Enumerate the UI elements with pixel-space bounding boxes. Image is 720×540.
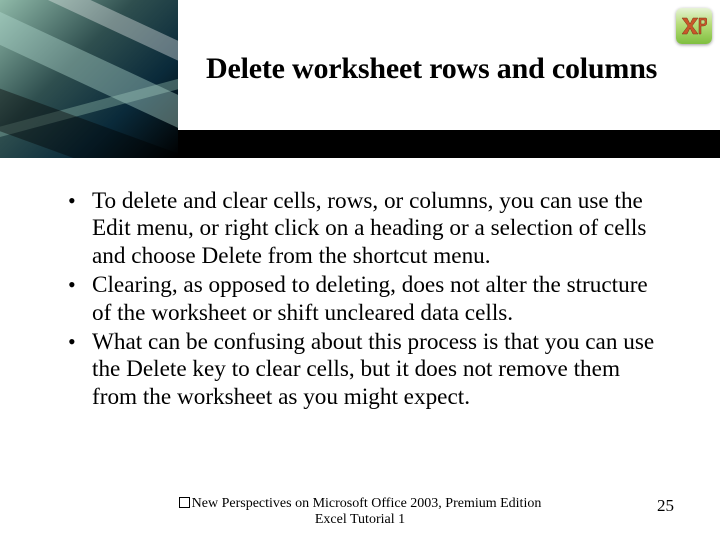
page-number: 25	[657, 496, 674, 516]
footer-source: New Perspectives on Microsoft Office 200…	[179, 496, 542, 528]
footer-line1: New Perspectives on Microsoft Office 200…	[192, 496, 542, 511]
slide: Delete worksheet rows and columns To del…	[0, 0, 720, 540]
header-decorative-image	[0, 0, 178, 158]
bullet-item: What can be confusing about this process…	[62, 329, 670, 411]
slide-body: To delete and clear cells, rows, or colu…	[62, 188, 670, 413]
xp-badge-chip	[676, 8, 712, 44]
bullet-item: Clearing, as opposed to deleting, does n…	[62, 272, 670, 327]
xp-badge	[676, 8, 712, 44]
slide-title: Delete worksheet rows and columns	[206, 52, 700, 87]
footer-box-glyph	[179, 497, 190, 508]
footer-line2: Excel Tutorial 1	[179, 512, 542, 528]
xp-icon	[681, 17, 707, 35]
bullet-item: To delete and clear cells, rows, or colu…	[62, 188, 670, 270]
footer: New Perspectives on Microsoft Office 200…	[0, 496, 720, 528]
title-underline-bar	[178, 130, 720, 158]
title-container: Delete worksheet rows and columns	[206, 52, 700, 87]
bullet-list: To delete and clear cells, rows, or colu…	[62, 188, 670, 411]
